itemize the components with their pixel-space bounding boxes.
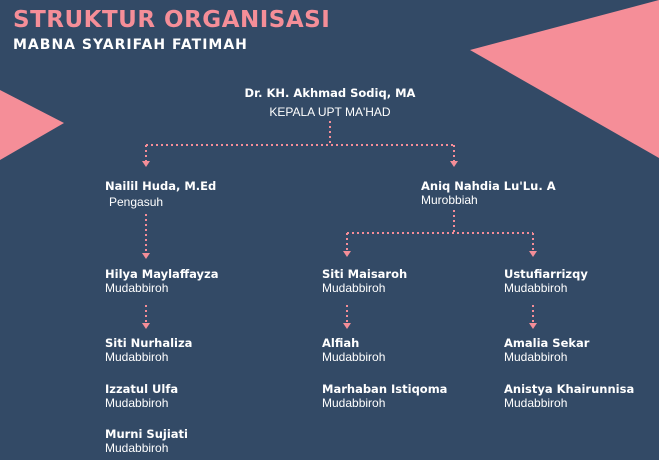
node-col2-1: Siti Maisaroh Mudabbiroh (322, 267, 407, 295)
node-col3-1: Ustufiarrizqy Mudabbiroh (504, 267, 588, 295)
node-role: Murobbiah (421, 193, 478, 207)
node-role: Pengasuh (109, 195, 164, 209)
node-name: Murni Sujiati (105, 427, 188, 441)
node-name: Siti Maisaroh (322, 267, 408, 281)
node-head: Dr. KH. Akhmad Sodiq, MA KEPALA UPT MA'H… (245, 86, 416, 119)
node-name: Anistya Khairunnisa (504, 382, 635, 396)
arrow-head (343, 323, 351, 329)
node-col1-3: Izzatul Ulfa Mudabbiroh (105, 382, 178, 410)
node-pengasuh: Nailil Huda, M.Ed Pengasuh (105, 179, 216, 209)
node-role: Mudabbiroh (504, 281, 568, 295)
node-role: KEPALA UPT MA'HAD (269, 105, 391, 119)
node-role: Mudabbiroh (105, 396, 169, 410)
arrow-head (529, 323, 537, 329)
node-role: Mudabbiroh (105, 281, 169, 295)
node-name: Hilya Maylaffayza (105, 267, 219, 281)
arrow-head (142, 161, 150, 167)
node-role: Mudabbiroh (322, 281, 386, 295)
node-name: Ustufiarrizqy (504, 267, 588, 281)
arrow-head (142, 323, 150, 329)
node-name: Aniq Nahdia Lu'Lu. A (421, 179, 556, 193)
node-role: Mudabbiroh (322, 396, 386, 410)
arrow-head (343, 251, 351, 257)
connector-head-to-level2 (145, 121, 455, 162)
node-col1-1: Hilya Maylaffayza Mudabbiroh (105, 267, 219, 295)
node-col2-3: Marhaban Istiqoma Mudabbiroh (322, 382, 447, 410)
node-role: Mudabbiroh (504, 350, 568, 364)
node-name: Amalia Sekar (504, 336, 590, 350)
node-col2-2: Alfiah Mudabbiroh (322, 336, 385, 364)
node-name: Siti Nurhaliza (105, 336, 193, 350)
node-name: Alfiah (322, 336, 360, 350)
node-col1-4: Murni Sujiati Mudabbiroh (105, 427, 188, 455)
node-col3-2: Amalia Sekar Mudabbiroh (504, 336, 589, 364)
connector-murobbiah-to-cols (346, 210, 534, 252)
node-role: Mudabbiroh (322, 350, 386, 364)
node-col3-3: Anistya Khairunnisa Mudabbiroh (504, 382, 634, 410)
node-name: Nailil Huda, M.Ed (105, 179, 217, 193)
arrow-head (142, 253, 150, 259)
node-role: Mudabbiroh (504, 396, 568, 410)
node-murobbiah: Aniq Nahdia Lu'Lu. A Murobbiah (421, 179, 556, 207)
node-col1-2: Siti Nurhaliza Mudabbiroh (105, 336, 192, 364)
node-name: Marhaban Istiqoma (322, 382, 448, 396)
node-role: Mudabbiroh (105, 441, 169, 455)
node-name: Izzatul Ulfa (105, 382, 179, 396)
node-role: Mudabbiroh (105, 350, 169, 364)
arrow-head (450, 161, 458, 167)
node-name: Dr. KH. Akhmad Sodiq, MA (244, 86, 416, 100)
arrow-head (529, 251, 537, 257)
